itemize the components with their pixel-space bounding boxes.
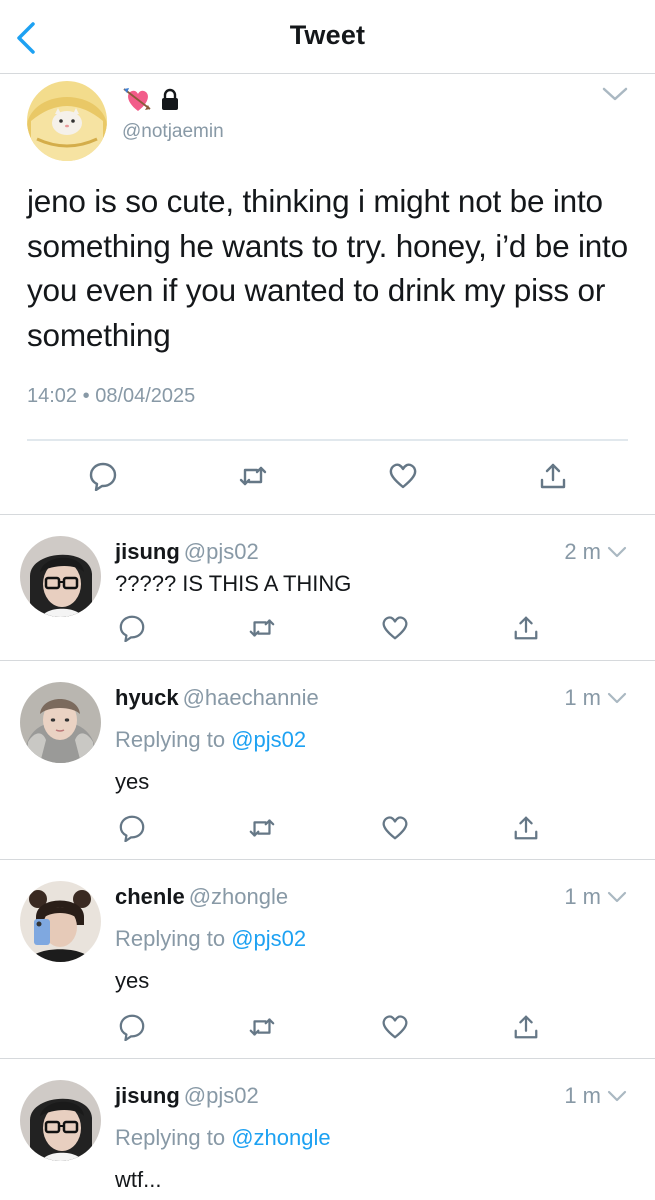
reply-time: 1 m — [564, 685, 601, 710]
share-icon[interactable] — [512, 614, 540, 642]
tweet-text: jeno is so cute, thinking i might not be… — [27, 183, 628, 353]
handle: @pjs02 — [183, 539, 259, 564]
display-name: chenle — [115, 884, 185, 909]
reply-tweet[interactable]: hyuck @haechannie 1 m Replying to @pjs02 … — [0, 662, 655, 860]
handle: @pjs02 — [183, 1083, 259, 1108]
reply-author[interactable]: jisung @pjs02 — [115, 538, 259, 566]
retweet-icon[interactable] — [248, 614, 276, 642]
like-icon[interactable] — [381, 1013, 409, 1041]
display-name: hyuck — [115, 685, 179, 710]
replying-to: Replying to @pjs02 — [115, 726, 306, 754]
chevron-down-icon[interactable] — [606, 690, 628, 706]
chevron-down-icon[interactable] — [606, 1088, 628, 1104]
like-icon[interactable] — [381, 614, 409, 642]
retweet-icon[interactable] — [248, 814, 276, 842]
page-title: Tweet — [289, 20, 366, 50]
retweet-icon[interactable] — [238, 461, 268, 491]
handle: @haechannie — [182, 685, 319, 710]
display-name: jisung — [115, 1083, 180, 1108]
share-icon[interactable] — [512, 1013, 540, 1041]
replying-label: Replying to — [115, 1125, 226, 1150]
avatar[interactable] — [20, 881, 101, 962]
reply-author[interactable]: hyuck @haechannie — [115, 684, 319, 712]
reply-text: yes — [115, 769, 150, 794]
reply-icon[interactable] — [88, 461, 118, 491]
author-handle[interactable]: @notjaemin — [122, 121, 224, 143]
like-icon[interactable] — [388, 461, 418, 491]
avatar[interactable] — [20, 682, 101, 763]
main-tweet: @notjaemin jeno is so cute, thinking i m… — [0, 75, 655, 515]
like-icon[interactable] — [381, 814, 409, 842]
reply-icon[interactable] — [118, 614, 146, 642]
reply-tweet[interactable]: jisung @pjs02 1 m Replying to @zhongle wt… — [0, 1060, 655, 1200]
chevron-down-icon[interactable] — [606, 544, 628, 560]
tweet-date: 08/04/2025 — [95, 385, 196, 407]
display-name: jisung — [115, 539, 180, 564]
reply-time: 1 m — [564, 884, 601, 909]
share-icon[interactable] — [512, 814, 540, 842]
reply-actions — [0, 814, 655, 842]
tweet-timestamp: 14:02 • 08/04/2025 — [27, 385, 195, 408]
lock-icon — [162, 88, 178, 110]
reply-actions — [0, 1013, 655, 1041]
replying-to: Replying to @pjs02 — [115, 925, 306, 953]
avatar[interactable] — [20, 1080, 101, 1161]
chevron-down-icon[interactable] — [600, 83, 630, 105]
avatar[interactable] — [20, 536, 101, 617]
replying-label: Replying to — [115, 926, 226, 951]
reply-icon[interactable] — [118, 814, 146, 842]
badges — [122, 85, 180, 115]
reply-tweet[interactable]: chenle @zhongle 1 m Replying to @pjs02 ye… — [0, 861, 655, 1059]
handle: @zhongle — [188, 884, 289, 909]
reply-time: 1 m — [564, 1083, 601, 1108]
divider — [27, 439, 628, 441]
reply-text: ????? IS THIS A THING — [115, 571, 352, 596]
reply-actions — [0, 614, 655, 642]
avatar[interactable] — [27, 81, 107, 161]
chevron-down-icon[interactable] — [606, 889, 628, 905]
retweet-icon[interactable] — [248, 1013, 276, 1041]
meta-separator: • — [82, 385, 90, 407]
top-bar: Tweet — [0, 0, 655, 74]
mention-link[interactable]: @zhongle — [231, 1125, 330, 1150]
reply-tweet[interactable]: jisung @pjs02 2 m ????? IS THIS A THING — [0, 516, 655, 661]
tweet-time: 14:02 — [27, 385, 78, 407]
replying-to: Replying to @zhongle — [115, 1124, 331, 1152]
heart-with-arrow-emoji — [123, 88, 151, 111]
reply-author[interactable]: jisung @pjs02 — [115, 1082, 259, 1110]
share-icon[interactable] — [538, 461, 568, 491]
tweet-actions — [0, 461, 655, 491]
reply-text: yes — [115, 968, 150, 993]
reply-author[interactable]: chenle @zhongle — [115, 883, 288, 911]
reply-time: 2 m — [564, 539, 601, 564]
replying-label: Replying to — [115, 727, 226, 752]
mention-link[interactable]: @pjs02 — [231, 926, 306, 951]
reply-icon[interactable] — [118, 1013, 146, 1041]
mention-link[interactable]: @pjs02 — [231, 727, 306, 752]
reply-text: wtf... — [115, 1167, 162, 1192]
